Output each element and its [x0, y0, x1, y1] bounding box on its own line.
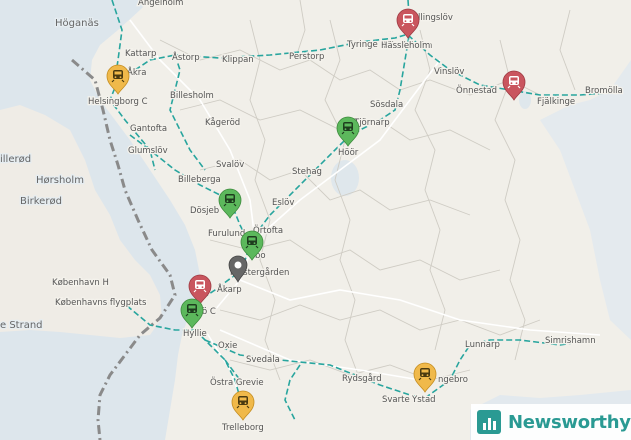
label-lunnarp: Lunnarp — [465, 340, 500, 350]
pin-yellow — [413, 362, 437, 393]
label-rydsgard: Rydsgård — [342, 373, 382, 384]
label-angelholm: Ängelholm — [138, 0, 183, 8]
label-billesholm: Billesholm — [170, 91, 214, 101]
pin-green — [218, 188, 242, 219]
label-tyringe: Tyringe — [346, 40, 378, 50]
marker-ystad[interactable] — [413, 362, 437, 393]
label-gantofta: Gantofta — [130, 124, 167, 134]
map[interactable]: Höganäs illerød Hørsholm Birkerød Københ… — [0, 0, 631, 440]
label-glumslov: Glumslöv — [128, 146, 168, 156]
bar-chart-icon — [477, 410, 501, 434]
label-trelleborg: Trelleborg — [221, 423, 264, 433]
label-onnestad: Önnestad — [456, 85, 497, 96]
label-vinslov: Vinslöv — [434, 67, 464, 77]
label-hoganas: Höganäs — [55, 18, 99, 29]
marker-lund-location[interactable] — [228, 255, 248, 283]
pin-yellow — [106, 64, 130, 95]
label-horsholm: Hørsholm — [36, 175, 84, 186]
newsworthy-logo[interactable]: Newsworthy — [471, 404, 631, 440]
label-eslov: Eslöv — [272, 198, 294, 208]
label-kattarp: Kattarp — [125, 49, 156, 59]
location-icon — [228, 255, 248, 283]
marker-hassleholm[interactable] — [396, 8, 420, 39]
label-kagerod: Kågeröd — [205, 117, 240, 128]
label-birkerod: Birkerød — [20, 196, 62, 207]
label-stehag: Stehag — [292, 167, 322, 177]
label-hassleholm-2: Hässleholm — [381, 41, 430, 51]
label-klippan: Klippan — [222, 55, 254, 65]
marker-dosjebro[interactable] — [218, 188, 242, 219]
label-dosjebro: Dösjeb — [190, 206, 219, 216]
label-oxie: Oxie — [218, 341, 237, 351]
label-kobenhavn-h: København H — [52, 278, 109, 288]
label-hoor: Höör — [338, 148, 359, 158]
label-hillerod: illerød — [0, 154, 31, 165]
label-strand: e Strand — [0, 320, 43, 331]
label-furulund: Furulund — [208, 229, 245, 239]
marker-hoor[interactable] — [336, 116, 360, 147]
pin-green — [336, 116, 360, 147]
label-sosdala: Sösdala — [370, 100, 403, 110]
label-simrishamn: Simrishamn — [545, 336, 596, 346]
marker-trelleborg[interactable] — [231, 390, 255, 421]
label-helsingborg: Helsingborg C — [88, 97, 148, 107]
map-canvas: Höganäs illerød Hørsholm Birkerød Københ… — [0, 0, 631, 440]
label-ystad: Ystad — [411, 395, 436, 405]
label-flygplats: Københavns flygplats — [55, 298, 147, 308]
label-billeberga: Billeberga — [178, 175, 221, 185]
label-tillingslov: llingslöv — [418, 13, 453, 23]
label-svarte: Svarte — [382, 395, 410, 405]
rail-network — [109, 0, 621, 421]
label-perstorp: Perstorp — [289, 52, 324, 62]
label-hjakra: Åkra — [127, 66, 146, 78]
pin-yellow — [231, 390, 255, 421]
label-bromolla: Bromölla — [585, 86, 623, 96]
label-svedala: Svedala — [246, 355, 280, 365]
label-malmoc: ö C — [202, 307, 216, 317]
pin-red — [396, 8, 420, 39]
label-akarp: Åkarp — [217, 283, 242, 295]
label-hyllie: Hyllie — [183, 329, 207, 339]
label-svalov: Svalöv — [216, 160, 244, 170]
label-fjalkinge: Fjälkinge — [537, 97, 575, 107]
label-astorp: Åstorp — [172, 51, 200, 63]
marker-helsingborg[interactable] — [106, 64, 130, 95]
label-kopingebro: ngebro — [438, 375, 468, 385]
brand-name: Newsworthy — [508, 411, 631, 433]
label-ostra-grevie: Östra Grevie — [210, 377, 264, 388]
